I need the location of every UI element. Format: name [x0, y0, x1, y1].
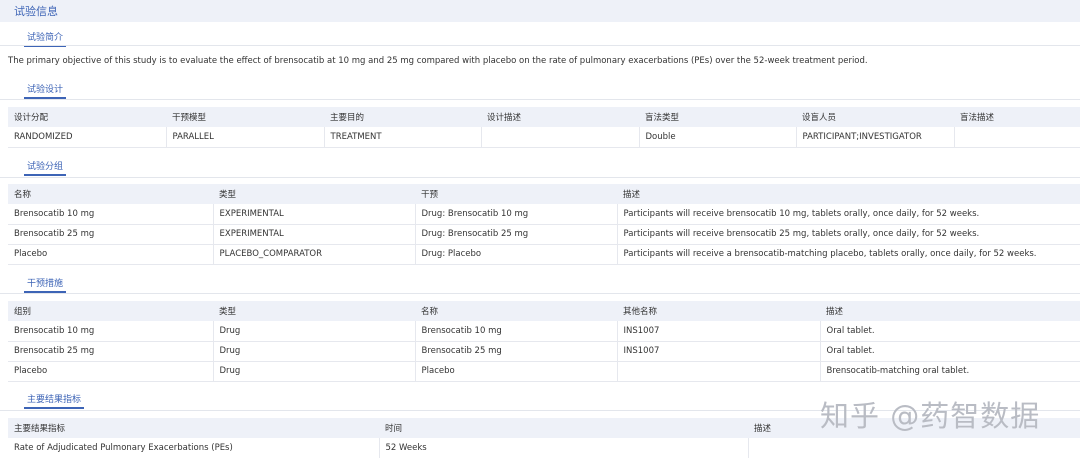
table-cell: Placebo: [8, 361, 214, 382]
table-row: Brensocatib 10 mg EXPERIMENTAL Drug: Bre…: [8, 204, 1080, 225]
design-table: 设计分配 干预模型 主要目的 设计描述 盲法类型 设盲人员 盲法描述 RANDO…: [8, 107, 1080, 148]
table-cell: Drug: Placebo: [415, 244, 618, 265]
tab-underline: [24, 174, 67, 176]
table-cell: Participants will receive brensocatib 10…: [617, 204, 1080, 225]
table-cell: Oral tablet.: [820, 341, 1080, 362]
table-cell: Drug: [213, 321, 416, 342]
tab-interventions[interactable]: 干预措施: [24, 276, 67, 293]
column-header: 名称: [8, 184, 213, 204]
table-row: Brensocatib 25 mg EXPERIMENTAL Drug: Bre…: [8, 224, 1080, 245]
divider: [0, 293, 1080, 294]
table-header-row: 名称 类型 干预 描述: [8, 184, 1080, 204]
table-cell: EXPERIMENTAL: [213, 204, 416, 225]
table-cell: RANDOMIZED: [8, 127, 167, 148]
table-cell: EXPERIMENTAL: [213, 224, 416, 245]
table-cell: Oral tablet.: [820, 321, 1080, 342]
table-cell: Brensocatib 25 mg: [8, 341, 214, 362]
table-header-row: 组别 类型 名称 其他名称 描述: [8, 301, 1080, 321]
column-header: 干预模型: [166, 107, 324, 127]
column-header: 描述: [820, 301, 1080, 321]
divider: [0, 177, 1080, 178]
summary-text: The primary objective of this study is t…: [8, 56, 868, 66]
table-cell: Brensocatib 10 mg: [415, 321, 618, 342]
column-header: 设计描述: [481, 107, 639, 127]
column-header: 盲法类型: [639, 107, 796, 127]
tab-design-label: 试验设计: [27, 85, 64, 95]
arms-table: 名称 类型 干预 描述 Brensocatib 10 mg EXPERIMENT…: [8, 184, 1080, 265]
table-cell: Placebo: [415, 361, 618, 382]
tab-summary-label: 试验简介: [27, 33, 64, 43]
column-header: 干预: [415, 184, 617, 204]
table-cell: Rate of Adjudicated Pulmonary Exacerbati…: [8, 438, 380, 458]
table-cell: Double: [639, 127, 797, 148]
table-cell: [481, 127, 640, 148]
tab-arms-label: 试验分组: [27, 162, 64, 172]
tab-interventions-label: 干预措施: [27, 279, 64, 289]
column-header: 时间: [379, 418, 748, 438]
divider: [0, 45, 1080, 46]
table-cell: [617, 361, 821, 382]
table-cell: PARTICIPANT;INVESTIGATOR: [796, 127, 955, 148]
table-cell: PARALLEL: [166, 127, 325, 148]
table-cell: Brensocatib 25 mg: [8, 224, 214, 245]
table-cell: Brensocatib-matching oral tablet.: [820, 361, 1080, 382]
tab-outcomes-label: 主要结果指标: [27, 395, 82, 405]
table-cell: Placebo: [8, 244, 214, 265]
column-header: 其他名称: [617, 301, 820, 321]
table-cell: Participants will receive brensocatib 25…: [617, 224, 1080, 245]
table-cell: Participants will receive a brensocatib-…: [617, 244, 1080, 265]
table-cell: Brensocatib 25 mg: [415, 341, 618, 362]
table-row: Placebo Drug Placebo Brensocatib-matchin…: [8, 361, 1080, 382]
column-header: 设盲人员: [796, 107, 954, 127]
divider: [0, 99, 1080, 100]
table-cell: Drug: [213, 341, 416, 362]
column-header: 主要结果指标: [8, 418, 379, 438]
table-cell: 52 Weeks: [379, 438, 749, 458]
column-header: 盲法描述: [954, 107, 1080, 127]
table-cell: INS1007: [617, 341, 821, 362]
tab-arms[interactable]: 试验分组: [24, 159, 67, 176]
table-row: Brensocatib 10 mg Drug Brensocatib 10 mg…: [8, 321, 1080, 342]
table-cell: [954, 127, 1080, 148]
table-cell: PLACEBO_COMPARATOR: [213, 244, 416, 265]
column-header: 设计分配: [8, 107, 166, 127]
table-cell: Drug: [213, 361, 416, 382]
table-cell: [748, 438, 1080, 458]
page-title: 试验信息: [14, 5, 58, 18]
table-row: Rate of Adjudicated Pulmonary Exacerbati…: [8, 438, 1080, 458]
table-row: Placebo PLACEBO_COMPARATOR Drug: Placebo…: [8, 244, 1080, 265]
column-header: 类型: [213, 301, 415, 321]
trial-info-header: 试验信息: [0, 0, 1080, 22]
table-cell: TREATMENT: [324, 127, 482, 148]
column-header: 类型: [213, 184, 415, 204]
table-cell: Drug: Brensocatib 10 mg: [415, 204, 618, 225]
interventions-table: 组别 类型 名称 其他名称 描述 Brensocatib 10 mg Drug …: [8, 301, 1080, 382]
table-cell: INS1007: [617, 321, 821, 342]
table-header-row: 设计分配 干预模型 主要目的 设计描述 盲法类型 设盲人员 盲法描述: [8, 107, 1080, 127]
column-header: 名称: [415, 301, 617, 321]
table-cell: Brensocatib 10 mg: [8, 321, 214, 342]
watermark: 知乎 @药智数据: [820, 399, 1041, 433]
tab-summary[interactable]: 试验简介: [24, 30, 67, 47]
tab-outcomes[interactable]: 主要结果指标: [24, 392, 85, 409]
table-cell: Brensocatib 10 mg: [8, 204, 214, 225]
column-header: 描述: [617, 184, 1080, 204]
table-row: Brensocatib 25 mg Drug Brensocatib 25 mg…: [8, 341, 1080, 362]
tab-underline: [24, 407, 85, 409]
table-row: RANDOMIZED PARALLEL TREATMENT Double PAR…: [8, 127, 1080, 148]
table-cell: Drug: Brensocatib 25 mg: [415, 224, 618, 245]
tab-design[interactable]: 试验设计: [24, 82, 67, 99]
column-header: 组别: [8, 301, 213, 321]
column-header: 主要目的: [324, 107, 481, 127]
